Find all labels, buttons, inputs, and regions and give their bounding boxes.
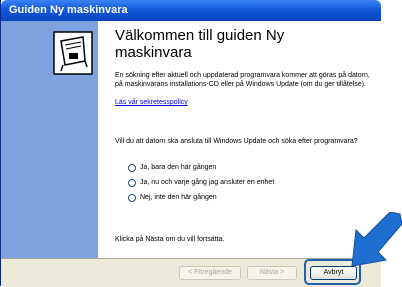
wizard-window: Guiden Ny maskinvara Välkommen till guid… [0,0,381,287]
title-bar: Guiden Ny maskinvara [1,0,381,21]
next-button[interactable]: Nästa > [247,266,297,280]
intro-text: En sökning efter aktuell och uppdaterad … [115,72,370,88]
footer-text: Klicka på Nästa om du vill fortsätta. [115,236,225,243]
option-label: Nej, inte den här gången [140,194,217,201]
wizard-content: Välkommen till guiden Ny maskinvara En s… [98,21,381,258]
option-no[interactable]: Nej, inte den här gången [128,192,217,203]
page-title: Välkommen till guiden Ny maskinvara [115,27,285,61]
wizard-side-panel [1,21,98,258]
radio-button[interactable] [128,193,136,202]
option-label: Ja, bara den här gången [140,164,217,171]
radio-button[interactable] [128,178,136,187]
question-text: Vill du att datorn ska ansluta till Wind… [115,138,358,145]
window-title: Guiden Ny maskinvara [9,4,128,16]
privacy-policy-link[interactable]: Läs vår sekretesspolicy [115,98,188,107]
option-label: Ja, nu och varje gång jag ansluter en en… [140,179,275,186]
option-yes-once[interactable]: Ja, bara den här gången [128,162,216,173]
back-button[interactable]: < Föregående [179,266,241,280]
hardware-card-icon [53,31,93,75]
radio-button[interactable] [128,163,136,172]
option-yes-always[interactable]: Ja, nu och varje gång jag ansluter en en… [128,177,274,188]
pointer-arrow-icon [351,212,402,267]
